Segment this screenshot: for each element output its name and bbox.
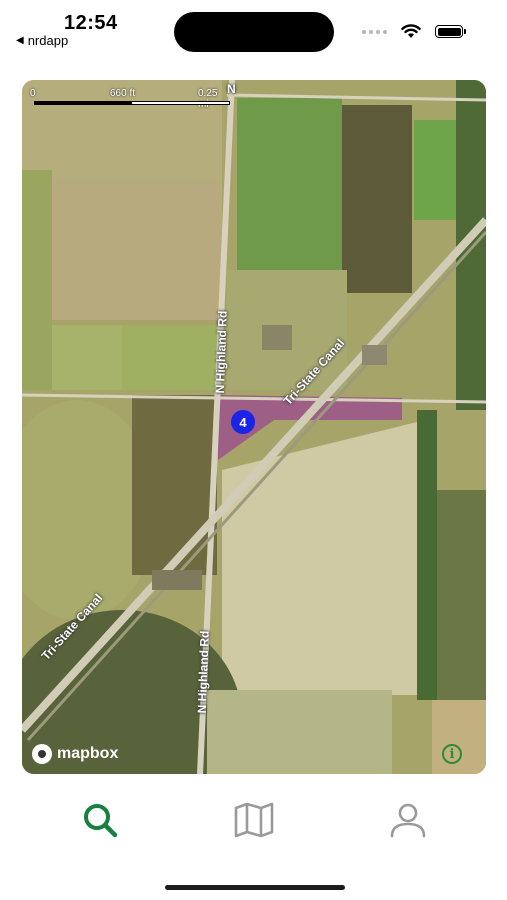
- dynamic-island: [174, 12, 334, 52]
- cluster-marker[interactable]: 4: [231, 410, 255, 434]
- profile-icon: [390, 803, 426, 838]
- status-bar: 12:54 ◀ nrdapp: [0, 0, 507, 60]
- clock-time: 12:54: [64, 12, 118, 34]
- search-icon: [84, 804, 118, 838]
- back-to-app-link[interactable]: ◀ nrdapp: [16, 33, 68, 48]
- scale-line: [34, 101, 230, 105]
- scale-mid-label: 660 ft: [110, 88, 136, 99]
- home-indicator[interactable]: [165, 885, 345, 890]
- attribution-info-icon[interactable]: i: [442, 744, 462, 764]
- tab-map[interactable]: [232, 798, 276, 842]
- map-icon: [234, 802, 274, 838]
- tab-search[interactable]: [78, 798, 122, 842]
- satellite-imagery: [22, 80, 486, 774]
- scale-end-label: 0.25 mi: [198, 88, 218, 110]
- mapbox-logo: mapbox: [32, 744, 118, 764]
- road-label-highland-north: N Highland Rd: [212, 310, 230, 394]
- mapbox-logo-icon: [32, 744, 52, 764]
- back-app-label: nrdapp: [27, 33, 69, 48]
- road-label-highland-south: N Highland Rd: [194, 630, 212, 714]
- mapbox-logo-text: mapbox: [57, 745, 119, 762]
- map-view[interactable]: 0 660 ft 0.25 mi N N Highland Rd N Highl…: [22, 80, 486, 774]
- back-arrow-icon: ◀: [16, 35, 24, 46]
- status-icons: [362, 24, 466, 39]
- battery-icon: [435, 25, 466, 38]
- map-scale-bar: 0 660 ft 0.25 mi: [30, 88, 230, 110]
- tab-bar: [0, 790, 507, 850]
- signal-dots-icon: [362, 29, 387, 34]
- scale-start-label: 0: [30, 88, 36, 99]
- tab-profile[interactable]: [386, 798, 430, 842]
- wifi-icon: [401, 24, 421, 38]
- road-label-north: N: [227, 82, 236, 96]
